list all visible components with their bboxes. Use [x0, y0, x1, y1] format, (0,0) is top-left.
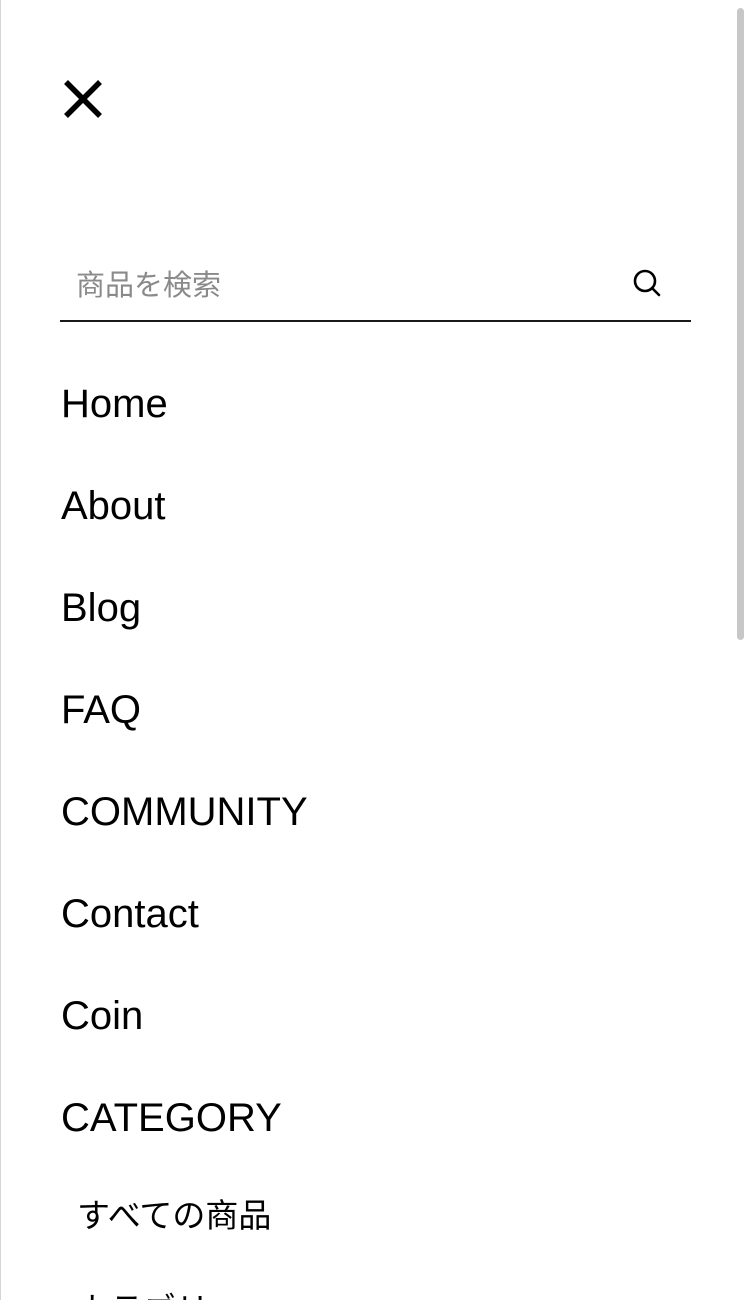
nav-item-about[interactable]: About: [61, 482, 166, 530]
scrollbar-thumb[interactable]: [737, 8, 744, 640]
nav-item-category[interactable]: CATEGORY: [61, 1094, 282, 1142]
side-menu-panel: Home About Blog FAQ COMMUNITY Contact Co…: [0, 0, 750, 1300]
nav-item-home[interactable]: Home: [61, 380, 168, 428]
nav-item-blog[interactable]: Blog: [61, 584, 141, 632]
close-button[interactable]: [61, 76, 105, 120]
close-icon: [64, 80, 102, 118]
category-item-all-products[interactable]: すべての商品: [77, 1194, 271, 1238]
nav-item-coin[interactable]: Coin: [61, 992, 143, 1040]
search-bar: [60, 250, 691, 322]
search-button[interactable]: [630, 266, 664, 300]
category-item-category[interactable]: カテゴリー: [77, 1288, 242, 1300]
nav-item-contact[interactable]: Contact: [61, 890, 199, 938]
search-icon: [633, 269, 661, 297]
nav-item-community[interactable]: COMMUNITY: [61, 788, 308, 836]
search-input[interactable]: [76, 260, 596, 310]
nav-item-faq[interactable]: FAQ: [61, 686, 141, 734]
